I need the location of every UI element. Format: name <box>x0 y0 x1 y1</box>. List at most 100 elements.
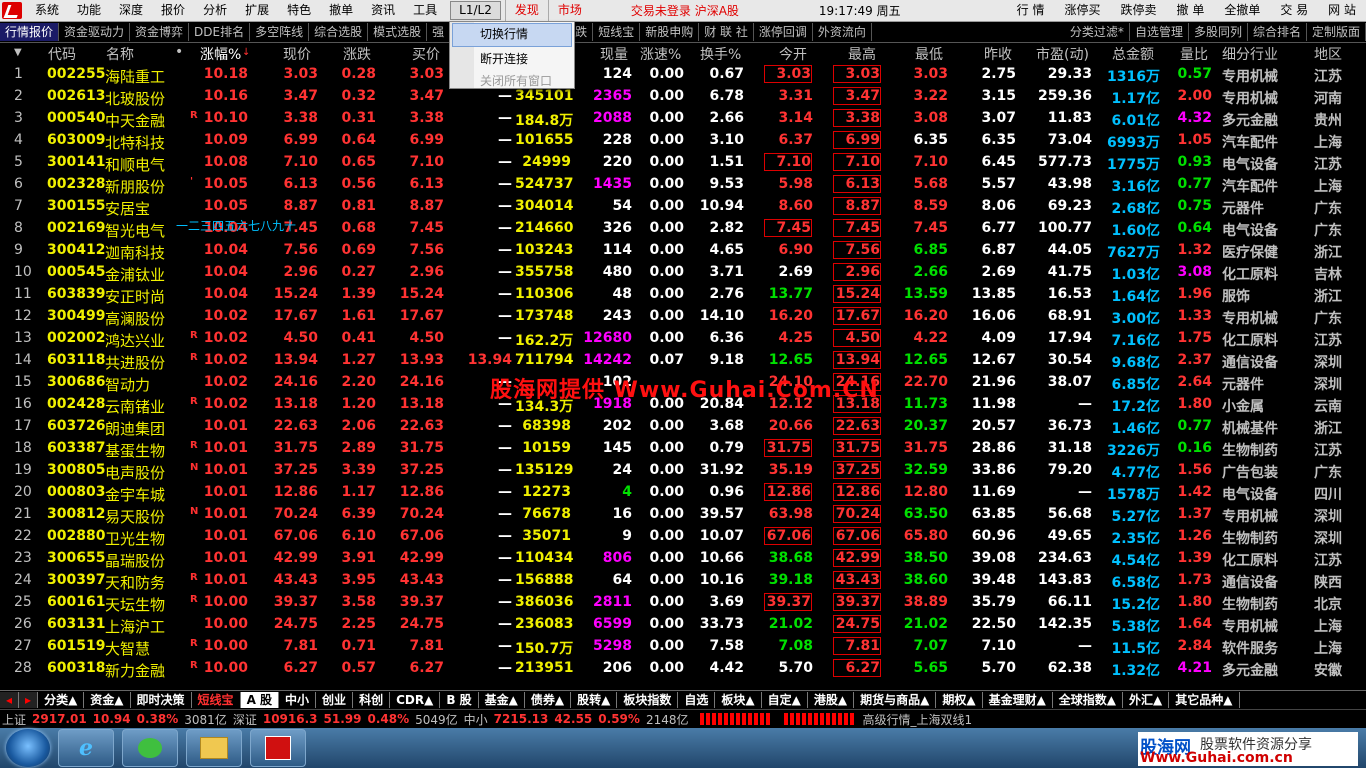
tab-global-index[interactable]: 全球指数▲ <box>1053 692 1124 708</box>
col-high[interactable]: 最高 <box>848 44 876 64</box>
menu-cancel-order[interactable]: 撤单 <box>320 0 362 21</box>
tab-others[interactable]: 其它品种▲ <box>1169 692 1240 708</box>
tab-fund-driver[interactable]: 资金驱动力 <box>59 23 131 41</box>
tab-limit-pullback[interactable]: 涨停回调 <box>754 23 813 41</box>
sz-value[interactable]: 10916.3 <box>263 712 318 726</box>
taskbar-trading-app[interactable] <box>250 729 306 767</box>
tab-futures[interactable]: 期货与商品▲ <box>854 692 937 708</box>
taskbar-ie[interactable]: e <box>58 729 114 767</box>
tab-short-term[interactable]: 短线宝 <box>593 23 641 41</box>
table-row[interactable]: 21 300812 易天股份 N 10.01 70.24 6.39 70.24 — 76678 16… <box>0 504 1366 526</box>
tab-custom[interactable]: 自定▲ <box>762 692 808 708</box>
table-row[interactable]: 4 603009 北特科技 10.09 6.99 0.64 6.99 —101655 228 0.… <box>0 130 1366 152</box>
menu-disconnect[interactable]: 断开连接 <box>450 48 574 70</box>
table-row[interactable]: 13 002002 鸿达兴业 R 10.02 4.50 0.41 4.50 —162.2万 126… <box>0 328 1366 350</box>
taskbar-explorer[interactable] <box>186 729 242 767</box>
tab-chinext[interactable]: 创业 <box>316 692 354 708</box>
table-row[interactable]: 3 000540 中天金融 R 10.10 3.38 0.31 3.38 —184.8万 2088… <box>0 108 1366 130</box>
col-volume-ratio[interactable]: 量比 <box>1180 44 1208 64</box>
sort-arrow-icon[interactable]: ▼ <box>14 47 22 58</box>
tab-quote-list[interactable]: 行情报价 <box>0 23 60 41</box>
col-open[interactable]: 今开 <box>779 44 807 64</box>
category-filter[interactable]: 分类过滤* <box>1065 23 1130 41</box>
custom-layout[interactable]: 定制版面 <box>1307 23 1366 41</box>
taskbar-wechat[interactable] <box>122 729 178 767</box>
table-row[interactable]: 12 300499 高澜股份 10.02 17.67 1.61 17.67 —173748 24… <box>0 306 1366 328</box>
table-row[interactable]: 20 000803 金宇车城 10.01 12.86 1.17 12.86 — 12273 4 0.… <box>0 482 1366 504</box>
menu-news[interactable]: 资讯 <box>362 0 404 21</box>
tab-instant-decision[interactable]: 即时决策 <box>131 692 192 708</box>
col-turnover[interactable]: 换手% <box>700 44 741 64</box>
col-price[interactable]: 现价 <box>283 44 311 64</box>
col-bid[interactable]: 买价 <box>412 44 440 64</box>
tab-short-line[interactable]: 短线宝 <box>192 692 241 708</box>
table-row[interactable]: 7 300155 安居宝 10.05 8.87 0.81 8.87 —304014 54 0.00… <box>0 196 1366 218</box>
tab-a-share[interactable]: A 股 <box>240 692 280 708</box>
menu-trade[interactable]: 交 易 <box>1270 0 1318 21</box>
menu-website[interactable]: 网 站 <box>1318 0 1366 21</box>
col-code[interactable]: 代码 <box>48 44 76 64</box>
table-row[interactable]: 17 603726 朗迪集团 10.01 22.63 2.06 22.63 — 68398 202… <box>0 416 1366 438</box>
tab-funds[interactable]: 基金▲ <box>479 692 525 708</box>
col-volume-now[interactable]: 现量 <box>600 44 628 64</box>
menu-l1l2[interactable]: L1/L2 <box>450 1 501 20</box>
col-flag[interactable]: • <box>175 44 183 60</box>
col-prev-close[interactable]: 昨收 <box>984 44 1012 64</box>
col-pct[interactable]: 涨幅% <box>200 44 241 64</box>
menu-tools[interactable]: 工具 <box>404 0 446 21</box>
menu-feature[interactable]: 特色 <box>278 0 320 21</box>
multi-stock[interactable]: 多股同列 <box>1189 23 1248 41</box>
col-region[interactable]: 地区 <box>1314 44 1342 64</box>
table-row[interactable]: 26 603131 上海沪工 10.00 24.75 2.25 24.75 —236083 65… <box>0 614 1366 636</box>
tab-star[interactable]: 科创 <box>353 692 391 708</box>
tab-watchlist[interactable]: 自选 <box>678 692 716 708</box>
watchlist-manage[interactable]: 自选管理 <box>1130 23 1189 41</box>
tab-composite-select[interactable]: 综合选股 <box>309 23 369 41</box>
menu-cancel[interactable]: 撤 单 <box>1167 0 1215 21</box>
tab-sector-index[interactable]: 板块指数 <box>617 692 679 708</box>
table-row[interactable]: 2 002613 北玻股份 10.16 3.47 0.32 3.47—345101 2365 0… <box>0 86 1366 108</box>
menu-limit-down-sell[interactable]: 跌停卖 <box>1110 0 1166 21</box>
table-row[interactable]: 1002255海陆重工10.183.030.283.03—1240.000.67… <box>0 64 1366 86</box>
col-pe[interactable]: 市盈(动) <box>1036 44 1089 64</box>
menu-switch-quote[interactable]: 切换行情 <box>452 23 572 47</box>
tab-cdr[interactable]: CDR▲ <box>390 692 441 708</box>
menu-cancel-all[interactable]: 全撤单 <box>1214 0 1270 21</box>
tab-prev-icon[interactable]: ◂ <box>0 692 20 708</box>
tab-fund-game[interactable]: 资金博弈 <box>130 23 190 41</box>
table-row[interactable]: 18 603387 基蛋生物 R 10.01 31.75 2.89 31.75 — 10159 14… <box>0 438 1366 460</box>
col-change[interactable]: 涨跌 <box>343 44 371 64</box>
tab-category[interactable]: 分类▲ <box>38 692 85 708</box>
table-row[interactable]: 25 600161 天坛生物 R 10.00 39.37 3.58 39.37 —386036 2… <box>0 592 1366 614</box>
tab-next-icon[interactable]: ▸ <box>19 692 39 708</box>
menu-market[interactable]: 市场 <box>547 0 591 21</box>
tab-b-share[interactable]: B 股 <box>440 692 479 708</box>
tab-bull-bear[interactable]: 多空阵线 <box>250 23 310 41</box>
zx-value[interactable]: 7215.13 <box>494 712 549 726</box>
tab-pattern-select[interactable]: 模式选股 <box>368 23 428 41</box>
table-row[interactable]: 27 601519 大智慧 R 10.00 7.81 0.71 7.81—150.7万 5298… <box>0 636 1366 658</box>
menu-discover[interactable]: 发现 <box>504 0 548 21</box>
menu-quotes[interactable]: 行 情 <box>1007 0 1055 21</box>
table-row[interactable]: 5 300141 和顺电气 10.08 7.10 0.65 7.10 — 24999 220 0.0… <box>0 152 1366 174</box>
col-low[interactable]: 最低 <box>915 44 943 64</box>
menu-system[interactable]: 系统 <box>26 0 68 21</box>
table-row[interactable]: 19 300805 电声股份 N 10.01 37.25 3.39 37.25 —135129 2… <box>0 460 1366 482</box>
table-row[interactable]: 6 002328 新朋股份 ' 10.05 6.13 0.56 6.13 —524737 1435… <box>0 174 1366 196</box>
tab-fund[interactable]: 资金▲ <box>84 692 131 708</box>
sh-value[interactable]: 2917.01 <box>32 712 87 726</box>
col-industry[interactable]: 细分行业 <box>1222 44 1278 64</box>
col-name[interactable]: 名称 <box>106 44 134 64</box>
tab-bonds[interactable]: 债券▲ <box>525 692 572 708</box>
table-row[interactable]: 14 603118 共进股份 R 10.02 13.94 1.27 13.93 13.94 711… <box>0 350 1366 372</box>
tab-fund-finance[interactable]: 基金理财▲ <box>983 692 1053 708</box>
col-amount[interactable]: 总金额 <box>1112 44 1154 64</box>
table-row[interactable]: 22 002880 卫光生物 10.01 67.06 6.10 67.06 — 35071 9 0.… <box>0 526 1366 548</box>
tab-options[interactable]: 期权▲ <box>936 692 983 708</box>
tab-foreign-flow[interactable]: 外资流向 <box>813 23 872 41</box>
col-speed[interactable]: 涨速% <box>640 44 681 64</box>
tab-dde-rank[interactable]: DDE排名 <box>189 23 251 41</box>
feed-server[interactable]: 高级行情_上海双线1 <box>862 711 972 728</box>
tab-forex[interactable]: 外汇▲ <box>1123 692 1170 708</box>
table-row[interactable]: 24 300397 天和防务 R 10.01 43.43 3.95 43.43 —156888 6… <box>0 570 1366 592</box>
